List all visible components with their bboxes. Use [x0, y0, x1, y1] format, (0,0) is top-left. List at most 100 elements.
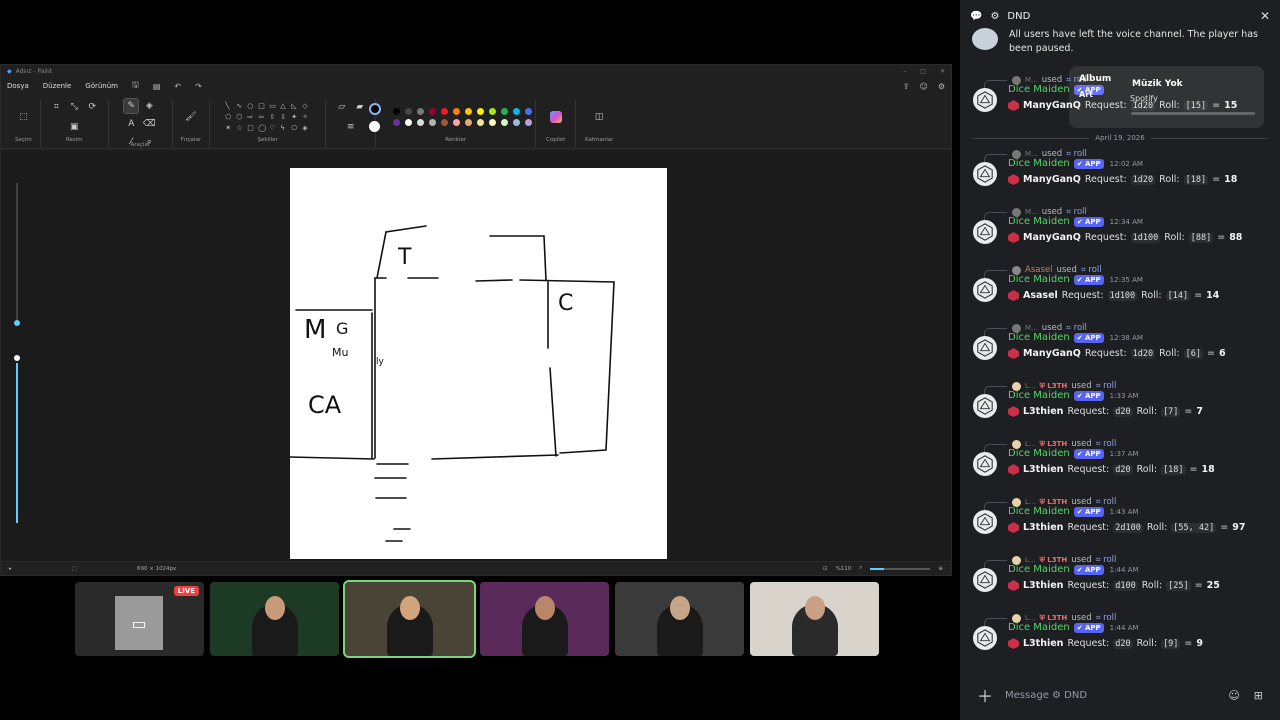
user-tile-4[interactable] [480, 582, 609, 656]
rotate-icon[interactable]: ⟳ [85, 100, 99, 114]
user-tile-5[interactable] [615, 582, 744, 656]
menu-view[interactable]: Görünüm [85, 82, 118, 90]
apps-icon[interactable]: ⊞ [1254, 689, 1263, 702]
selection-icon: ⬚ [71, 565, 77, 572]
zoom-slider[interactable] [870, 567, 931, 570]
palette-swatch[interactable] [452, 108, 460, 115]
undo-icon[interactable]: ↶ [174, 82, 181, 91]
resize-icon[interactable]: ⤡ [67, 100, 81, 114]
redo-icon[interactable]: ↷ [195, 82, 202, 91]
palette-swatch[interactable] [476, 108, 484, 115]
outline-icon[interactable]: ▱ [335, 100, 349, 114]
palette-swatch[interactable] [404, 108, 412, 115]
share-icon[interactable]: ⇪ [903, 82, 910, 91]
dice-expression: d20 [1113, 638, 1133, 649]
text-icon[interactable]: A [124, 117, 138, 131]
roll-values: [88] [1188, 232, 1214, 243]
zoom-out-icon[interactable]: ⌕ [859, 565, 862, 572]
screen-share-tile[interactable]: ▭ LIVE [75, 582, 204, 656]
bot-header: Dice Maiden ✔ APP 1:33 AM [1008, 390, 1138, 401]
palette-swatch[interactable] [428, 119, 436, 126]
image-select-icon[interactable]: ▣ [67, 120, 81, 134]
chat-message: M... used ⌗ roll Dice Maiden ✔ APP 12:02 AM Ma… [960, 148, 1280, 206]
palette-swatch[interactable] [512, 108, 520, 115]
drawing-canvas[interactable]: T C M G Mu CA ly [289, 168, 667, 559]
request-label: Request: [1067, 638, 1110, 649]
copilot-icon[interactable] [549, 111, 562, 123]
minimize-icon[interactable]: – [903, 68, 906, 75]
dice-maiden-avatar [973, 88, 997, 112]
emoji-icon[interactable]: ☺ [1228, 689, 1239, 702]
menu-edit[interactable]: Düzenle [43, 82, 72, 90]
user-tile-2[interactable] [210, 582, 339, 656]
die-icon [1008, 406, 1019, 417]
pencil-icon[interactable]: ✎ [123, 98, 140, 114]
eraser-icon[interactable]: ⌫ [142, 117, 156, 131]
palette-swatch[interactable] [464, 119, 472, 126]
palette-swatch[interactable] [464, 108, 472, 115]
group-brushes: 🖌 Fırçalar [173, 99, 211, 148]
equals-sign: = [1184, 406, 1193, 417]
user-tile-6[interactable] [750, 582, 879, 656]
zoom-in-icon[interactable]: ⊕ [938, 566, 943, 572]
message-input[interactable]: Message ⚙ DND [1005, 690, 1087, 701]
palette-swatch[interactable] [488, 119, 496, 126]
new-file-icon[interactable]: ▤ [153, 82, 161, 91]
stroke-size-icon[interactable]: ≡ [344, 120, 358, 134]
crop-icon[interactable]: ⌗ [49, 100, 63, 114]
palette-swatch[interactable] [488, 108, 496, 115]
account-icon[interactable]: ☺ [919, 82, 927, 91]
palette-swatch[interactable] [452, 119, 460, 126]
fill-mode-icon[interactable]: ▰ [353, 100, 367, 114]
die-icon [1008, 174, 1019, 185]
label-t: T [397, 245, 412, 270]
palette-swatch[interactable] [404, 119, 412, 126]
palette-swatch[interactable] [440, 108, 448, 115]
color-2-swatch[interactable] [369, 120, 381, 132]
album-label: Album [1079, 74, 1112, 84]
close-chat-icon[interactable]: ✕ [1260, 9, 1270, 23]
add-attachment-icon[interactable]: ＋ [977, 683, 993, 707]
maximize-icon[interactable]: □ [920, 68, 926, 75]
palette-swatch[interactable] [428, 108, 436, 115]
spotify-widget[interactable]: Album Art Müzik Yok Spotify [1069, 66, 1264, 128]
group-brushes-label: Fırçalar [180, 137, 202, 143]
user-tile-3[interactable] [343, 580, 476, 658]
palette-swatch[interactable] [416, 108, 424, 115]
reply-username: L... [1025, 614, 1036, 622]
track-progress[interactable] [1131, 112, 1255, 115]
shapes-gallery[interactable]: ╲ ∿ ○ □ ▭ △ ◺ ◇ ⬠ ⬡ ⇨ ⇦ ⇧ ⇩ ✦ ✧ ✶ ☆ ▢ ◯ ♡ ϟ ⎔ ◈ [225, 102, 310, 132]
die-icon [1008, 232, 1019, 243]
palette-swatch[interactable] [440, 119, 448, 126]
zoom-level[interactable]: %110 [836, 566, 852, 572]
bot-header: Dice Maiden ✔ APP 1:43 AM [1008, 506, 1138, 517]
palette-swatch[interactable] [500, 108, 508, 115]
palette-swatch[interactable] [512, 119, 520, 126]
palette-swatch[interactable] [416, 119, 424, 126]
palette-swatch[interactable] [476, 119, 484, 126]
bot-name: Dice Maiden [1008, 158, 1070, 169]
layers-icon[interactable]: ◫ [592, 110, 606, 124]
palette-swatch[interactable] [392, 119, 400, 126]
group-layers-label: Katmanlar [584, 137, 614, 143]
reply-username: L... [1025, 556, 1036, 564]
palette-swatch[interactable] [524, 119, 532, 126]
fill-icon[interactable]: ◈ [142, 99, 156, 113]
palette-swatch[interactable] [500, 119, 508, 126]
palette-swatch[interactable] [392, 108, 400, 115]
save-icon[interactable]: 🖫 [132, 79, 139, 93]
menu-file[interactable]: Dosya [7, 82, 29, 90]
color-palette [392, 108, 533, 126]
channel-name: DND [1007, 10, 1031, 22]
color-1-swatch[interactable] [368, 102, 381, 115]
bot-header: Dice Maiden ✔ APP 1:37 AM [1008, 448, 1138, 459]
settings-icon[interactable]: ⚙ [938, 82, 945, 91]
select-tool-icon[interactable]: ⬚ [16, 110, 30, 124]
channel-gear-icon: ⚙ [990, 10, 1000, 22]
palette-swatch[interactable] [524, 108, 532, 115]
close-icon[interactable]: ✕ [940, 68, 945, 75]
fit-icon[interactable]: ⊡ [823, 566, 828, 572]
left-zoom-slider[interactable] [12, 163, 22, 543]
roll-values: [9] [1161, 638, 1181, 649]
brush-icon[interactable]: 🖌 [184, 110, 198, 124]
